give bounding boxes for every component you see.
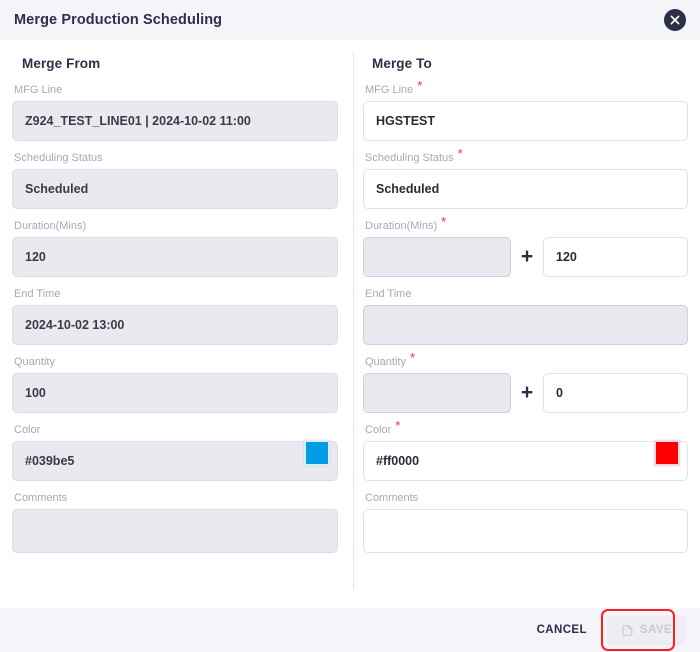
- plus-icon-duration: +: [520, 245, 534, 268]
- save-button[interactable]: SAVE: [606, 615, 686, 645]
- input-to-duration-base: [363, 237, 511, 277]
- label-to-mfg-line-text: MFG Line: [365, 84, 414, 96]
- cancel-button[interactable]: CANCEL: [523, 615, 601, 645]
- label-from-scheduling-status: Scheduling Status: [14, 152, 103, 164]
- label-from-end-time: End Time: [14, 288, 61, 300]
- label-from-duration: Duration(Mins): [14, 220, 87, 232]
- required-marker: *: [457, 146, 463, 161]
- field-from-duration: Duration(Mins) 120: [12, 220, 338, 277]
- label-to-quantity: Quantity *: [365, 351, 688, 369]
- field-to-end-time: End Time: [363, 288, 688, 345]
- field-to-comments: Comments: [363, 492, 688, 553]
- field-from-color: Color #039be5: [12, 424, 338, 481]
- required-marker: *: [395, 418, 401, 433]
- field-to-quantity: Quantity * + 0: [363, 351, 688, 413]
- field-from-comments: Comments: [12, 492, 338, 553]
- label-to-scheduling-status: Scheduling Status *: [365, 147, 688, 165]
- field-from-end-time: End Time 2024-10-02 13:00: [12, 288, 338, 345]
- dialog-body: Merge From MFG Line Z924_TEST_LINE01 | 2…: [0, 40, 700, 608]
- input-from-duration: 120: [12, 237, 338, 277]
- input-to-color[interactable]: #ff0000: [363, 441, 688, 481]
- merge-from-heading: Merge From: [22, 56, 101, 71]
- save-button-label: SAVE: [639, 624, 672, 636]
- save-button-wrapper: SAVE: [600, 609, 686, 651]
- label-to-color-text: Color: [365, 424, 392, 436]
- quantity-split-row: + 0: [363, 373, 688, 413]
- merge-to-panel: Merge To MFG Line * HGSTEST Scheduling St…: [350, 40, 700, 608]
- label-to-duration: Duration(Mins) *: [365, 215, 688, 233]
- dialog-footer: CANCEL SAVE: [0, 608, 700, 652]
- input-from-color: #039be5: [12, 441, 338, 481]
- dialog-header: Merge Production Scheduling: [0, 0, 700, 40]
- field-to-color: Color * #ff0000: [363, 419, 688, 481]
- input-from-end-time: 2024-10-02 13:00: [12, 305, 338, 345]
- required-marker: *: [409, 350, 416, 365]
- input-to-quantity-addend[interactable]: 0: [543, 373, 688, 413]
- required-marker: *: [441, 214, 447, 229]
- color-swatch-to[interactable]: [654, 439, 680, 466]
- field-from-mfg-line: MFG Line Z924_TEST_LINE01 | 2024-10-02 1…: [12, 84, 338, 141]
- merge-from-panel: Merge From MFG Line Z924_TEST_LINE01 | 2…: [0, 40, 350, 608]
- duration-split-row: + 120: [363, 237, 688, 277]
- field-to-duration: Duration(Mins) * + 120: [363, 215, 688, 277]
- field-from-quantity: Quantity 100: [12, 356, 338, 413]
- input-to-mfg-line[interactable]: HGSTEST: [363, 101, 688, 141]
- input-from-scheduling-status: Scheduled: [12, 169, 338, 209]
- color-swatch-from: [304, 439, 330, 466]
- label-to-end-time: End Time: [365, 288, 412, 300]
- merge-production-scheduling-dialog: Merge Production Scheduling Merge From M…: [0, 0, 700, 652]
- close-x-glyph: [670, 15, 680, 25]
- label-to-quantity-text: Quantity: [365, 356, 406, 368]
- input-from-comments: [12, 509, 338, 553]
- plus-icon-quantity: +: [520, 381, 534, 404]
- label-from-quantity: Quantity: [14, 356, 55, 368]
- label-from-color: Color: [14, 424, 41, 436]
- input-to-end-time: [363, 305, 688, 345]
- input-from-mfg-line: Z924_TEST_LINE01 | 2024-10-02 11:00: [12, 101, 338, 141]
- merge-to-heading: Merge To: [372, 56, 432, 71]
- input-to-comments[interactable]: [363, 509, 688, 553]
- save-document-icon: [622, 624, 633, 636]
- label-from-comments: Comments: [14, 492, 68, 504]
- input-to-scheduling-status[interactable]: Scheduled: [363, 169, 688, 209]
- label-to-color: Color *: [365, 419, 688, 437]
- label-from-mfg-line: MFG Line: [14, 84, 63, 96]
- label-to-mfg-line: MFG Line *: [365, 79, 688, 97]
- label-to-comments: Comments: [365, 492, 419, 504]
- input-to-quantity-base: [363, 373, 511, 413]
- dialog-title: Merge Production Scheduling: [14, 12, 223, 28]
- input-from-quantity: 100: [12, 373, 338, 413]
- field-to-mfg-line: MFG Line * HGSTEST: [363, 79, 688, 141]
- input-to-duration-addend[interactable]: 120: [543, 237, 688, 277]
- required-marker: *: [417, 78, 423, 93]
- close-icon[interactable]: [664, 9, 686, 31]
- field-from-scheduling-status: Scheduling Status Scheduled: [12, 152, 338, 209]
- label-to-scheduling-status-text: Scheduling Status: [365, 152, 454, 164]
- label-to-duration-text: Duration(Mins): [365, 220, 438, 232]
- field-to-scheduling-status: Scheduling Status * Scheduled: [363, 147, 688, 209]
